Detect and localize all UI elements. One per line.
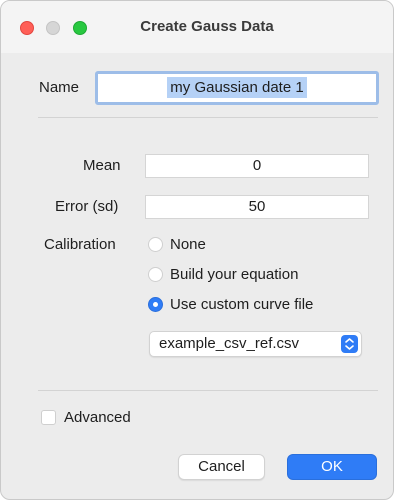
name-input-value: my Gaussian date 1	[167, 77, 307, 98]
name-label: Name	[39, 79, 80, 96]
radio-build-equation-label[interactable]: Build your equation	[170, 266, 298, 283]
radio-custom-curve-label[interactable]: Use custom curve file	[170, 296, 313, 313]
radio-none-label[interactable]: None	[170, 236, 206, 253]
error-label: Error (sd)	[55, 198, 119, 215]
radio-custom-curve[interactable]	[148, 297, 163, 312]
title-bar[interactable]: Create Gauss Data	[1, 1, 393, 53]
cancel-button[interactable]: Cancel	[178, 454, 265, 480]
curve-file-select[interactable]: example_csv_ref.csv	[149, 331, 362, 357]
name-input[interactable]: my Gaussian date 1	[95, 71, 379, 105]
ok-button[interactable]: OK	[287, 454, 377, 480]
error-input[interactable]: 50	[145, 195, 369, 219]
curve-file-value: example_csv_ref.csv	[159, 335, 300, 352]
divider-bottom	[38, 390, 378, 391]
window-title: Create Gauss Data	[140, 18, 274, 35]
divider-top	[38, 117, 378, 118]
chevron-up-down-icon	[341, 335, 358, 353]
calibration-label: Calibration	[44, 236, 116, 253]
radio-build-equation[interactable]	[148, 267, 163, 282]
mean-label: Mean	[83, 157, 121, 174]
advanced-checkbox[interactable]	[41, 410, 56, 425]
dialog-window: Create Gauss Data Name my Gaussian date …	[0, 0, 394, 500]
advanced-label[interactable]: Advanced	[64, 409, 131, 426]
radio-none[interactable]	[148, 237, 163, 252]
mean-input[interactable]: 0	[145, 154, 369, 178]
